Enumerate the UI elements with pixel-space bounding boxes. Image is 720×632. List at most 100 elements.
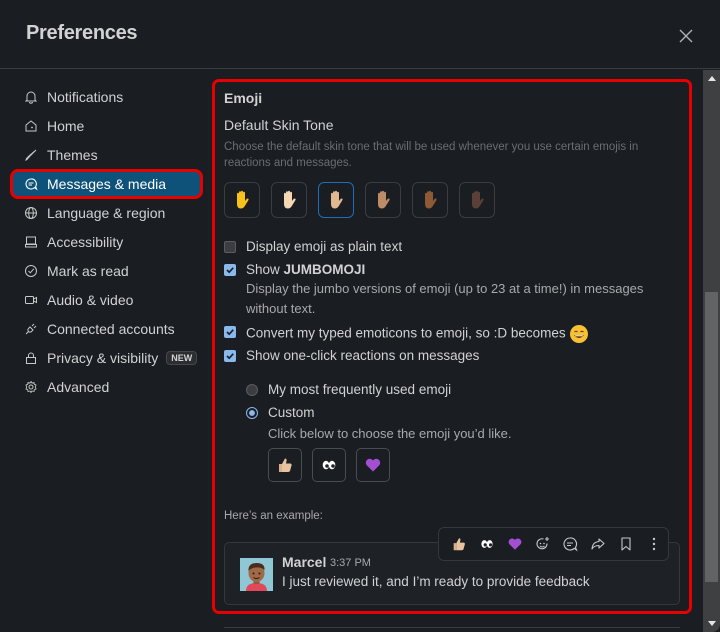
plug-icon [23, 321, 39, 337]
message-text: I just reviewed it, and I’m ready to pro… [282, 574, 590, 589]
globe-icon [23, 205, 39, 221]
gear-icon [23, 379, 39, 395]
custom-emoji-eyes-button[interactable] [312, 448, 346, 482]
jumbomoji-label-bold: JUMBOMOJI [283, 262, 366, 277]
convert-emoticons-text: Convert my typed emoticons to emoji, so … [246, 325, 566, 341]
one-click-reactions-option: Show one-click reactions on messages [224, 348, 479, 364]
one-click-reactions-label: Show one-click reactions on messages [246, 348, 480, 363]
eyes-icon [322, 460, 336, 470]
message-icon [23, 176, 39, 192]
skin-tone-medium-light-button[interactable] [318, 182, 354, 218]
brush-icon [23, 147, 39, 163]
dialog-title: Preferences [26, 22, 138, 44]
sidebar-item-privacy-visibility[interactable]: Privacy & visibility NEW [12, 345, 201, 371]
sidebar-item-advanced[interactable]: Advanced [12, 374, 201, 400]
skin-tone-medium-dark-button[interactable] [412, 182, 448, 218]
custom-emoji-thumbs-up-button[interactable] [268, 448, 302, 482]
raised-hand-icon [237, 190, 249, 209]
convert-emoticons-checkbox[interactable] [224, 326, 236, 338]
arrow-up-icon [707, 76, 716, 81]
video-icon [23, 292, 39, 308]
example-label: Here’s an example: [224, 510, 323, 522]
sidebar-item-mark-as-read[interactable]: Mark as read [12, 258, 201, 284]
react-eyes-button[interactable] [473, 530, 501, 558]
message-timestamp: 3:37 PM [330, 557, 371, 569]
add-reaction-button[interactable] [529, 530, 557, 558]
frequent-emoji-option[interactable]: My most frequently used emoji [246, 382, 451, 397]
scrollbar-thumb[interactable] [705, 292, 718, 582]
scroll-up-button[interactable] [703, 70, 720, 87]
sidebar-item-themes[interactable]: Themes [12, 142, 201, 168]
sidebar-item-messages-media[interactable]: Messages & media [10, 169, 203, 199]
laptop-icon [23, 234, 39, 250]
message-actions-toolbar [438, 527, 669, 561]
skin-tone-default-button[interactable] [224, 182, 260, 218]
more-vertical-icon [652, 537, 656, 551]
sidebar-item-label: Notifications [47, 89, 124, 105]
lock-icon [23, 350, 39, 366]
new-badge: NEW [166, 351, 198, 365]
eyes-icon [481, 540, 493, 548]
emoji-settings-panel: Emoji Default Skin Tone Choose the defau… [212, 79, 692, 614]
checkmark-icon [226, 353, 234, 360]
frequent-emoji-radio[interactable] [246, 383, 258, 396]
avatar [240, 558, 273, 591]
scroll-down-button[interactable] [703, 615, 720, 632]
sidebar-item-label: Home [47, 118, 85, 134]
react-purple-heart-button[interactable] [501, 530, 529, 558]
jumbomoji-description: Display the jumbo versions of emoji (up … [246, 281, 644, 316]
thumbs-up-icon [453, 538, 465, 551]
one-click-reactions-checkbox[interactable] [224, 350, 236, 362]
thread-icon [563, 537, 579, 552]
jumbomoji-checkbox[interactable] [224, 264, 236, 276]
sidebar-item-accessibility[interactable]: Accessibility [12, 229, 201, 255]
save-message-button[interactable] [612, 530, 640, 558]
custom-emoji-radio[interactable] [246, 406, 258, 419]
convert-emoticons-option: Convert my typed emoticons to emoji, so … [224, 324, 589, 344]
custom-emoji-purple-heart-button[interactable] [356, 448, 390, 482]
plain-text-checkbox[interactable] [224, 241, 236, 253]
plain-text-label: Display emoji as plain text [246, 239, 403, 254]
skin-tone-dark-button[interactable] [459, 182, 495, 218]
sidebar-item-label: Audio & video [47, 292, 134, 308]
bookmark-icon [621, 537, 631, 551]
section-divider [224, 627, 680, 628]
skin-tone-picker [224, 182, 495, 218]
sidebar-item-label: Mark as read [47, 263, 129, 279]
sidebar-item-audio-video[interactable]: Audio & video [12, 287, 201, 313]
sidebar-item-notifications[interactable]: Notifications [12, 84, 201, 110]
check-circle-icon [23, 263, 39, 279]
close-button[interactable] [673, 23, 699, 49]
skin-tone-description: Choose the default skin tone that will b… [224, 141, 639, 169]
raised-hand-icon [472, 190, 484, 209]
share-icon [591, 538, 605, 550]
preferences-dialog: Preferences Notifications Home Themes Me… [0, 0, 720, 632]
sidebar-item-label: Themes [47, 147, 98, 163]
more-actions-button[interactable] [640, 530, 668, 558]
custom-emoji-description: Click below to choose the emoji you’d li… [268, 426, 512, 441]
raised-hand-icon [378, 190, 390, 209]
checkmark-icon [226, 329, 234, 336]
arrow-down-icon [707, 621, 716, 626]
reply-in-thread-button[interactable] [557, 530, 585, 558]
purple-heart-icon [508, 538, 522, 550]
sidebar-item-label: Accessibility [47, 234, 124, 250]
sidebar-item-label: Privacy & visibility [47, 350, 159, 366]
sidebar-item-language-region[interactable]: Language & region [12, 200, 201, 226]
add-reaction-icon [536, 537, 549, 550]
grinning-face-emoji-icon [569, 325, 588, 343]
scrollbar[interactable] [703, 70, 720, 632]
skin-tone-title: Default Skin Tone [224, 117, 334, 133]
section-title: Emoji [224, 90, 263, 106]
custom-emoji-option[interactable]: Custom [246, 405, 315, 420]
skin-tone-medium-button[interactable] [365, 182, 401, 218]
frequent-emoji-label: My most frequently used emoji [268, 382, 452, 397]
react-thumbs-up-button[interactable] [445, 530, 473, 558]
share-message-button[interactable] [584, 530, 612, 558]
skin-tone-light-button[interactable] [271, 182, 307, 218]
dialog-header: Preferences [0, 0, 720, 69]
sidebar-item-home[interactable]: Home [12, 113, 201, 139]
sidebar-item-connected-accounts[interactable]: Connected accounts [12, 316, 201, 342]
raised-hand-icon [331, 190, 343, 209]
jumbomoji-option: Show JUMBOMOJI [224, 262, 365, 278]
